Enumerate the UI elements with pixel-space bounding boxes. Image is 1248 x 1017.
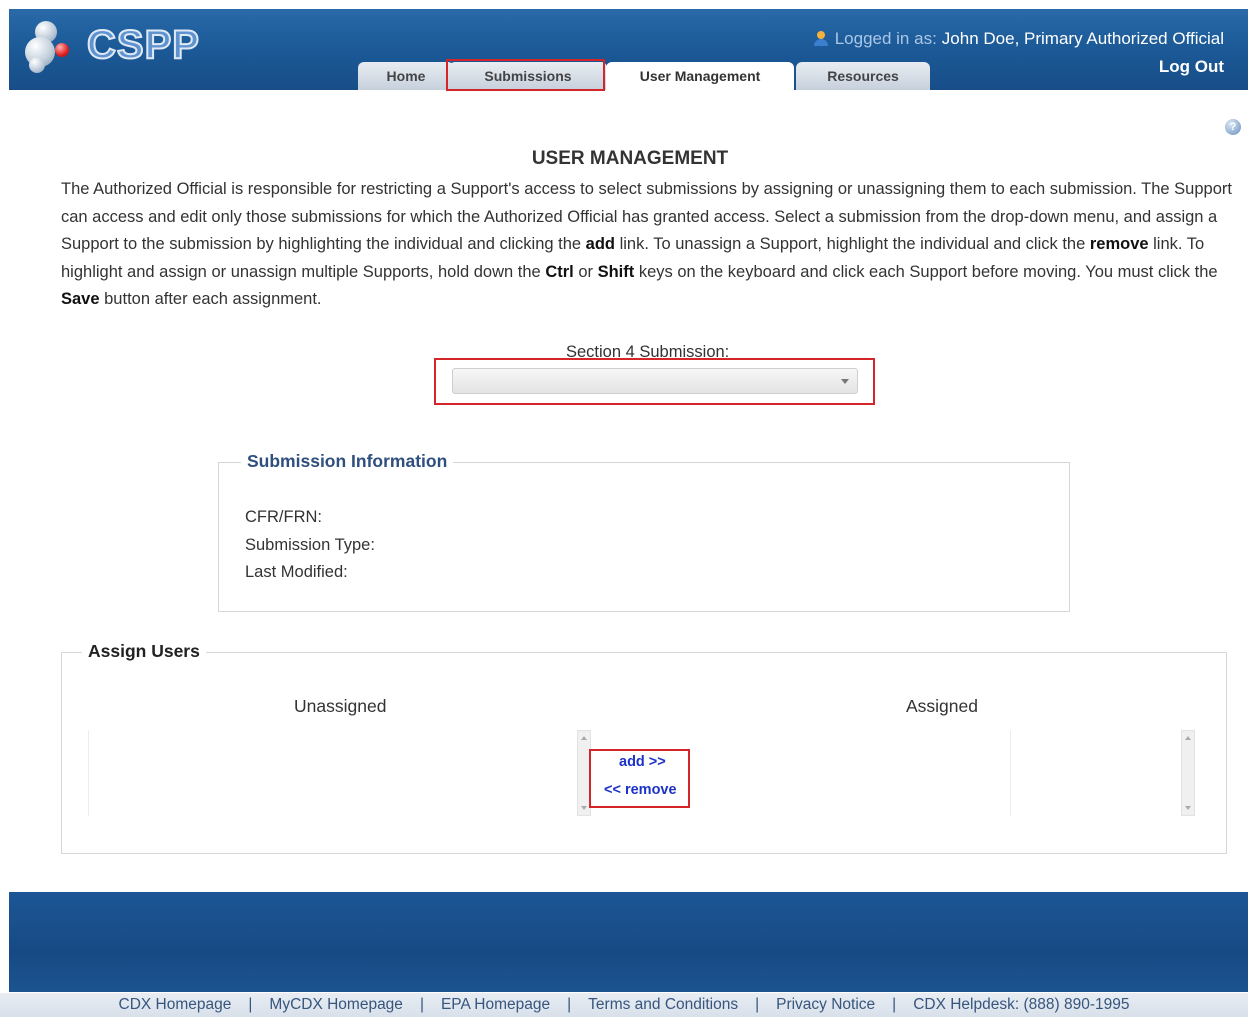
- tab-user-management[interactable]: User Management: [606, 62, 794, 90]
- assigned-listbox[interactable]: [1010, 730, 1180, 816]
- footer-link-mycdx-homepage[interactable]: MyCDX Homepage: [269, 996, 403, 1014]
- molecule-icon: [21, 17, 81, 77]
- tab-resources[interactable]: Resources: [796, 62, 930, 90]
- scroll-up-icon: [581, 736, 587, 740]
- footer-link-privacy[interactable]: Privacy Notice: [776, 996, 875, 1014]
- user-name: John Doe, Primary Authorized Official: [941, 29, 1224, 48]
- footer-link-terms[interactable]: Terms and Conditions: [588, 996, 738, 1014]
- logged-in-label: Logged in as:: [834, 29, 937, 48]
- footer-link-helpdesk[interactable]: CDX Helpdesk: (888) 890-1995: [913, 996, 1129, 1014]
- submission-info-fieldset: Submission Information CFR/FRN: Submissi…: [218, 451, 1070, 612]
- footer-separator: |: [248, 996, 253, 1013]
- help-icon[interactable]: ?: [1225, 119, 1241, 135]
- chevron-down-icon: [841, 379, 849, 384]
- instructions-text: The Authorized Official is responsible f…: [61, 180, 1232, 308]
- footer-separator: |: [892, 996, 897, 1013]
- submission-info-legend: Submission Information: [241, 451, 454, 472]
- remove-link[interactable]: << remove: [604, 782, 677, 798]
- unassigned-scrollbar[interactable]: [577, 730, 591, 816]
- logout-link[interactable]: Log Out: [1159, 57, 1224, 77]
- last-modified-label: Last Modified:: [245, 563, 348, 581]
- scroll-up-icon: [1185, 736, 1191, 740]
- scroll-down-icon: [1185, 806, 1191, 810]
- unassigned-listbox[interactable]: [88, 730, 578, 816]
- footer-link-cdx-homepage[interactable]: CDX Homepage: [119, 996, 232, 1014]
- add-link[interactable]: add >>: [619, 754, 666, 770]
- footer-separator: |: [567, 996, 572, 1013]
- unassigned-label: Unassigned: [294, 696, 387, 716]
- submission-select[interactable]: [452, 368, 858, 394]
- submission-type-label: Submission Type:: [245, 536, 375, 554]
- footer-band: [9, 892, 1248, 992]
- footer-separator: |: [419, 996, 424, 1013]
- submission-select-label: Section 4 Submission:: [566, 343, 730, 361]
- footer-link-epa-homepage[interactable]: EPA Homepage: [441, 996, 550, 1014]
- assigned-scrollbar[interactable]: [1181, 730, 1195, 816]
- footer-links: CDX Homepage | MyCDX Homepage | EPA Home…: [0, 993, 1248, 1017]
- logged-in-info: Logged in as: John Doe, Primary Authoriz…: [813, 29, 1224, 49]
- footer-separator: |: [755, 996, 760, 1013]
- assign-users-legend: Assign Users: [82, 641, 206, 662]
- assigned-label: Assigned: [906, 696, 978, 716]
- user-icon: [813, 31, 829, 47]
- cfr-frn-label: CFR/FRN:: [245, 508, 322, 526]
- cspp-logo[interactable]: CSPP: [21, 17, 200, 77]
- logo-text: CSPP: [86, 22, 200, 68]
- scroll-down-icon: [581, 806, 587, 810]
- tab-submissions[interactable]: Submissions: [449, 62, 607, 90]
- page-title: USER MANAGEMENT: [531, 148, 729, 169]
- tab-home[interactable]: Home: [358, 62, 454, 90]
